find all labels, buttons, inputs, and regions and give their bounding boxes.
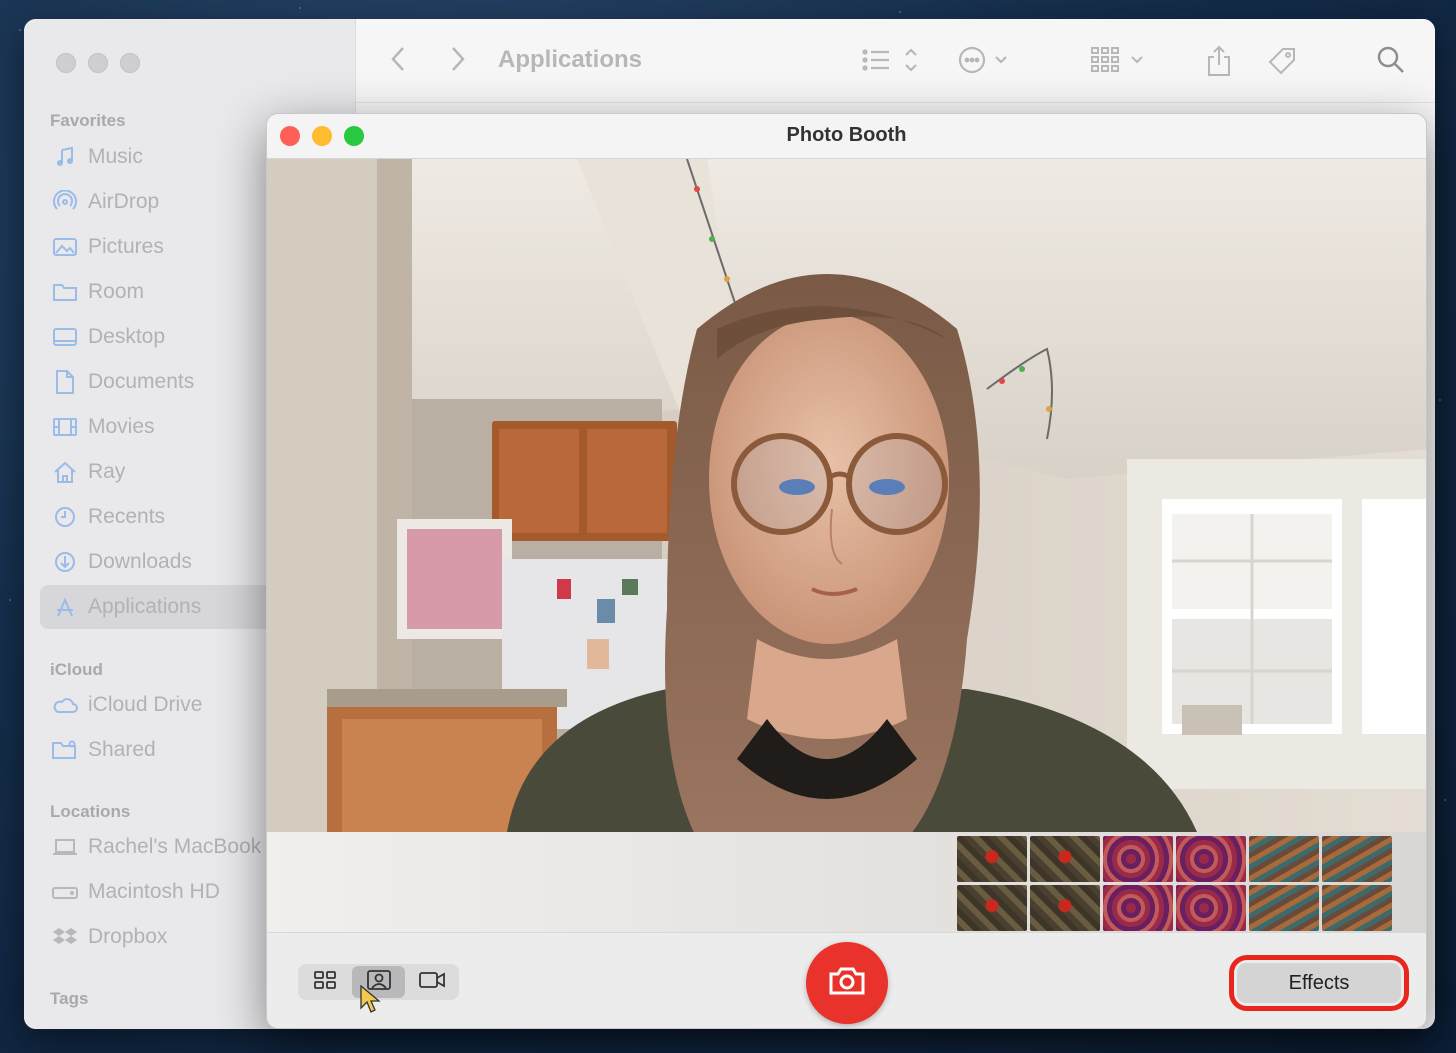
grid-mode-button[interactable] bbox=[298, 966, 352, 998]
camera-preview bbox=[267, 159, 1426, 832]
annotation-highlight-ring bbox=[1229, 955, 1409, 1011]
thumbnail[interactable] bbox=[957, 885, 1027, 931]
thumbnail[interactable] bbox=[1176, 885, 1246, 931]
thumbnail[interactable] bbox=[1030, 885, 1100, 931]
disk-icon bbox=[52, 879, 78, 905]
search-icon[interactable] bbox=[1376, 45, 1406, 80]
home-icon bbox=[52, 459, 78, 485]
thumbnail[interactable] bbox=[1322, 836, 1392, 882]
photo-booth-window: Photo Booth Effects bbox=[266, 113, 1427, 1029]
sidebar-item-label: Applications bbox=[88, 595, 202, 618]
sidebar-section-locations: Locations bbox=[50, 802, 131, 821]
mouse-pointer-icon bbox=[359, 984, 381, 1019]
bottom-toolbar: Effects bbox=[267, 932, 1426, 1028]
sidebar-item-label: Shared bbox=[88, 738, 156, 761]
list-view-icon[interactable] bbox=[862, 45, 920, 80]
download-icon bbox=[52, 549, 78, 575]
applications-icon bbox=[52, 594, 78, 620]
movies-icon bbox=[52, 414, 78, 440]
sidebar-item-label: Recents bbox=[88, 505, 166, 528]
laptop-icon bbox=[52, 834, 78, 860]
sidebar-item-label: AirDrop bbox=[88, 190, 160, 213]
cloud-icon bbox=[52, 692, 78, 718]
sidebar-item-label: Room bbox=[88, 280, 145, 303]
airdrop-icon bbox=[52, 189, 78, 215]
finder-toolbar: Applications bbox=[356, 19, 1435, 103]
thumbnail[interactable] bbox=[1322, 885, 1392, 931]
sidebar-section-icloud: iCloud bbox=[50, 660, 103, 679]
folder-icon bbox=[52, 279, 78, 305]
take-photo-button[interactable] bbox=[806, 942, 888, 1024]
thumbnail[interactable] bbox=[1103, 885, 1173, 931]
sidebar-item-label: Pictures bbox=[88, 235, 164, 258]
sidebar-item-label: Macintosh HD bbox=[88, 880, 220, 903]
four-grid-icon bbox=[313, 970, 337, 995]
thumbnail[interactable] bbox=[1249, 836, 1319, 882]
sidebar-item-label: Rachel's MacBook bbox=[88, 835, 262, 858]
music-icon bbox=[52, 144, 78, 170]
camera-icon bbox=[827, 965, 867, 1002]
sidebar-item-label: Ray bbox=[88, 460, 126, 483]
shared-folder-icon bbox=[52, 737, 78, 763]
sidebar-item-label: Documents bbox=[88, 370, 195, 393]
thumbnail[interactable] bbox=[1249, 885, 1319, 931]
more-actions-icon[interactable] bbox=[958, 45, 1014, 80]
sidebar-item-label: Desktop bbox=[88, 325, 166, 348]
forward-button[interactable] bbox=[450, 45, 466, 78]
group-icon[interactable] bbox=[1090, 45, 1148, 80]
finder-title: Applications bbox=[498, 46, 643, 73]
window-title: Photo Booth bbox=[786, 124, 907, 146]
video-camera-icon bbox=[418, 970, 446, 995]
dropbox-icon bbox=[52, 924, 78, 950]
share-icon[interactable] bbox=[1206, 45, 1232, 82]
sidebar-item-label: iCloud Drive bbox=[88, 693, 203, 716]
photo-booth-titlebar: Photo Booth bbox=[267, 114, 1426, 159]
tag-icon[interactable] bbox=[1266, 45, 1298, 82]
video-mode-button[interactable] bbox=[405, 966, 459, 998]
sidebar-item-label: Music bbox=[88, 145, 143, 168]
sidebar-item-label: Downloads bbox=[88, 550, 192, 573]
back-button[interactable] bbox=[390, 45, 406, 78]
sidebar-item-label: Movies bbox=[88, 415, 155, 438]
thumbnail[interactable] bbox=[1103, 836, 1173, 882]
sidebar-item-label: Dropbox bbox=[88, 925, 168, 948]
sidebar-section-favorites: Favorites bbox=[50, 111, 126, 130]
thumbnail[interactable] bbox=[1030, 836, 1100, 882]
finder-window-controls bbox=[56, 53, 140, 73]
pictures-icon bbox=[52, 234, 78, 260]
sidebar-section-tags: Tags bbox=[50, 989, 89, 1008]
thumbnail-grid bbox=[957, 836, 1392, 931]
finder-minimize-button[interactable] bbox=[88, 53, 108, 73]
photo-strip bbox=[267, 832, 1426, 932]
document-icon bbox=[52, 369, 78, 395]
finder-close-button[interactable] bbox=[56, 53, 76, 73]
thumbnail[interactable] bbox=[1176, 836, 1246, 882]
camera-feed-image bbox=[267, 159, 1426, 832]
desktop-icon bbox=[52, 324, 78, 350]
thumbnail[interactable] bbox=[957, 836, 1027, 882]
finder-maximize-button[interactable] bbox=[120, 53, 140, 73]
clock-icon bbox=[52, 504, 78, 530]
